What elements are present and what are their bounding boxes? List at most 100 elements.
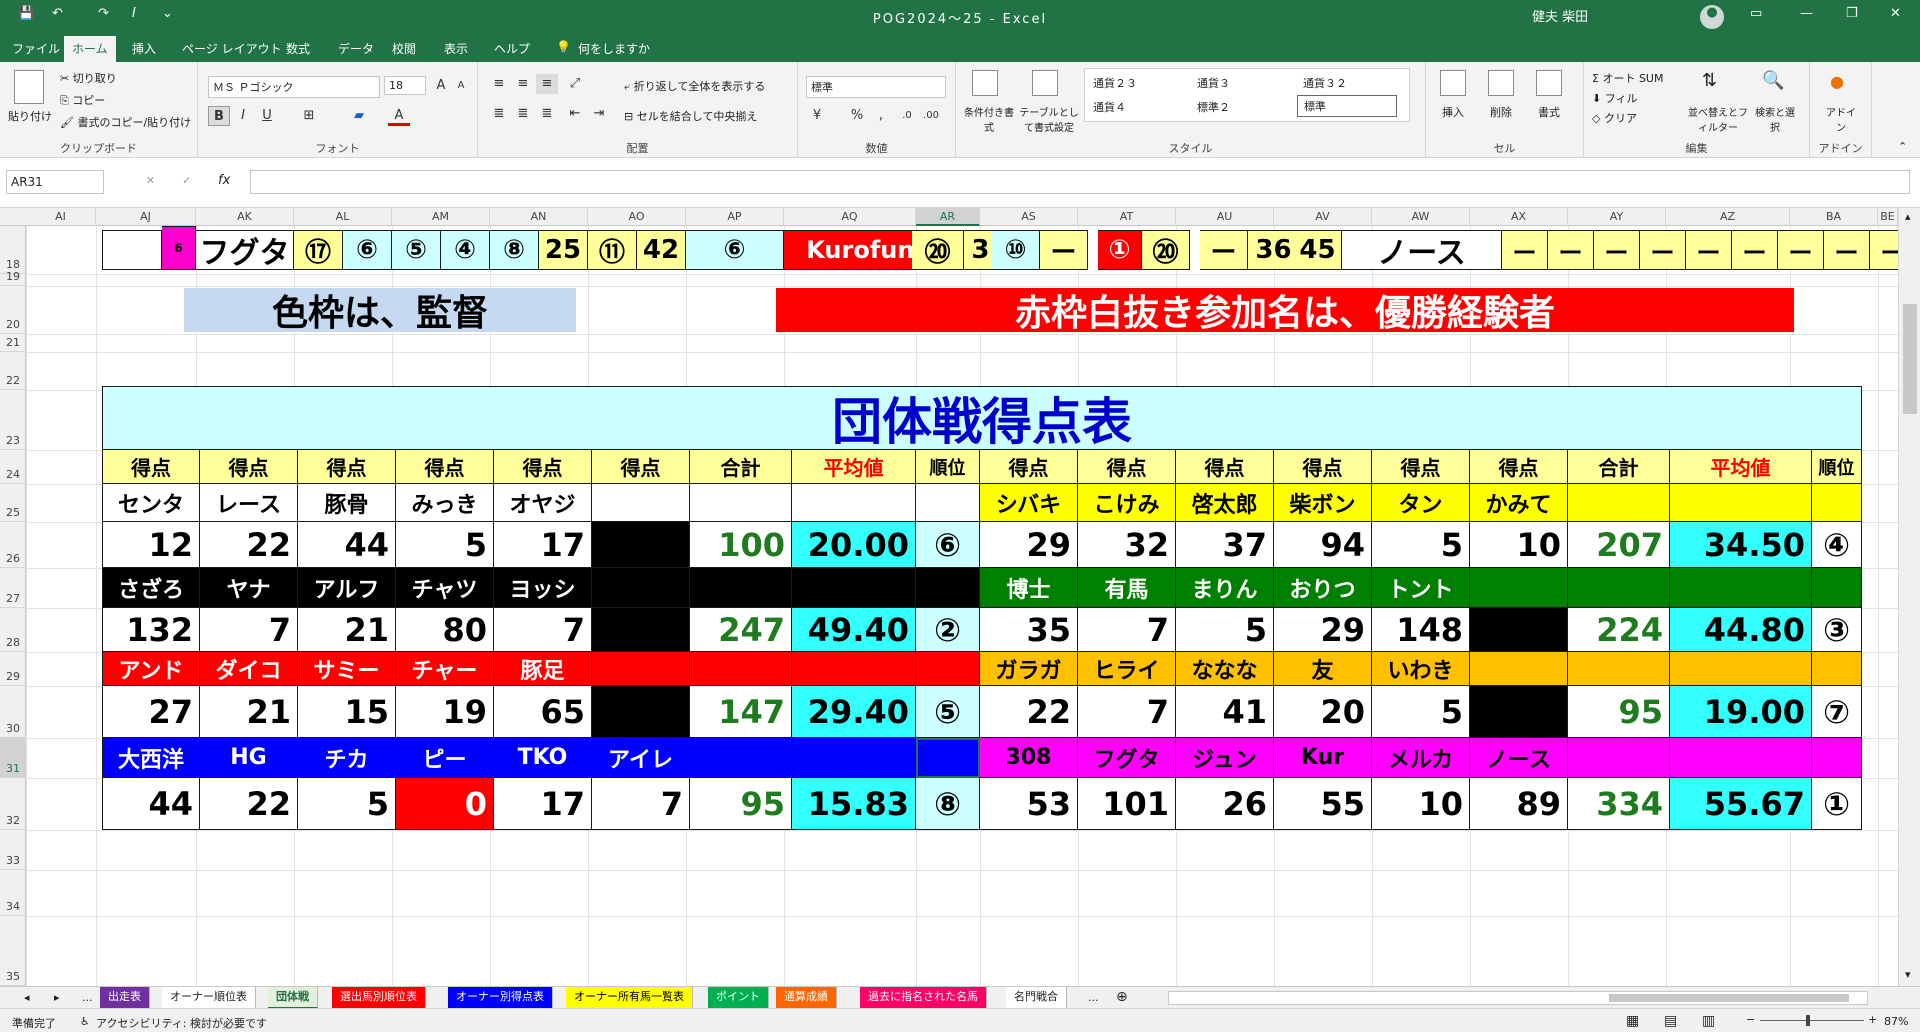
page-break-view-icon[interactable]: ▥ — [1702, 1013, 1715, 1029]
wrap-text-button[interactable]: ⤶ 折り返して全体を表示する — [624, 78, 765, 94]
decrease-indent-icon[interactable]: ⇤ — [564, 104, 586, 124]
sort-filter-icon[interactable]: ⇅ — [1702, 70, 1728, 96]
decrease-decimal-icon[interactable]: .00 — [920, 106, 942, 126]
align-center-icon[interactable]: ≣ — [512, 104, 534, 124]
normal-view-icon[interactable]: ▦ — [1626, 1013, 1639, 1029]
insert-cells-button[interactable]: 挿入 — [1442, 104, 1464, 120]
style-standard[interactable]: 標準 — [1297, 95, 1397, 117]
sheet-next-icon[interactable]: ▸ — [54, 991, 60, 1004]
insert-function-button[interactable]: fx — [218, 173, 230, 188]
close-icon[interactable]: ✕ — [1890, 6, 1901, 21]
column-header-aj[interactable]: AJ — [96, 208, 196, 226]
row-header-29[interactable]: 29 — [0, 652, 26, 686]
sheet-tab-points[interactable]: ポイント — [708, 987, 769, 1009]
sheet-tab-owner-scores[interactable]: オーナー別得点表 — [448, 987, 553, 1009]
align-right-icon[interactable]: ≣ — [536, 104, 558, 124]
scroll-down-icon[interactable]: ▾ — [1905, 968, 1911, 981]
tab-insert[interactable]: 挿入 — [132, 40, 156, 57]
tab-data[interactable]: データ — [338, 40, 374, 57]
italic-button[interactable]: I — [232, 106, 254, 126]
user-name[interactable]: 健夫 柴田 — [1532, 6, 1588, 25]
column-header-am[interactable]: AM — [392, 208, 490, 226]
cut-button[interactable]: ✂ 切り取り — [60, 70, 117, 86]
row-header-28[interactable]: 28 — [0, 608, 26, 652]
align-top-icon[interactable]: ≡ — [488, 74, 510, 94]
increase-indent-icon[interactable]: ⇥ — [588, 104, 610, 124]
number-format-select[interactable]: 標準 — [806, 76, 946, 98]
column-header-ai[interactable]: AI — [26, 208, 96, 226]
user-avatar-icon[interactable]: ● — [1700, 5, 1724, 29]
sheet-tab-career[interactable]: 通算成績 — [776, 987, 837, 1009]
column-header-aw[interactable]: AW — [1372, 208, 1470, 226]
scroll-up-icon[interactable]: ▴ — [1905, 210, 1911, 223]
style-currency-23[interactable]: 通貨２３ — [1093, 75, 1137, 91]
page-layout-view-icon[interactable]: ▤ — [1664, 1013, 1677, 1029]
style-currency-3[interactable]: 通貨３ — [1197, 75, 1230, 91]
column-header-an[interactable]: AN — [490, 208, 588, 226]
shrink-font-button[interactable]: A — [450, 76, 472, 96]
paste-icon[interactable] — [14, 70, 44, 104]
collapse-ribbon-icon[interactable]: ⌃ — [1898, 140, 1907, 153]
sheet-tab-owner-horses[interactable]: オーナー所有馬一覧表 — [566, 987, 693, 1009]
cancel-entry-icon[interactable]: ✕ — [146, 174, 155, 187]
vertical-scroll-thumb[interactable] — [1903, 304, 1917, 414]
sheet-tab-meimon[interactable]: 名門戦合 — [1006, 987, 1067, 1009]
autosum-button[interactable]: Σ オート SUM — [1592, 70, 1663, 86]
underline-button[interactable]: U — [256, 106, 278, 126]
increase-decimal-icon[interactable]: .0 — [896, 106, 918, 126]
column-header-al[interactable]: AL — [294, 208, 392, 226]
row-header-19[interactable]: 19 — [0, 270, 26, 286]
row-header-35[interactable]: 35 — [0, 916, 26, 986]
align-middle-icon[interactable]: ≡ — [512, 74, 534, 94]
column-header-as[interactable]: AS — [980, 208, 1078, 226]
sort-filter-button[interactable]: 並べ替えとフィルター — [1688, 104, 1748, 134]
row-header-33[interactable]: 33 — [0, 830, 26, 870]
find-select-button[interactable]: 検索と選択 — [1754, 104, 1796, 134]
selected-cell-ar31[interactable] — [916, 738, 980, 778]
add-sheet-icon[interactable]: ⊕ — [1116, 989, 1128, 1005]
column-header-ar[interactable]: AR — [916, 208, 980, 226]
sheet-tab-owner-ranking[interactable]: オーナー順位表 — [162, 987, 256, 1009]
row-header-22[interactable]: 22 — [0, 352, 26, 390]
row-header-34[interactable]: 34 — [0, 870, 26, 916]
row-header-18[interactable]: 18 — [0, 226, 26, 274]
zoom-in-button[interactable]: + — [1868, 1013, 1877, 1026]
comma-button[interactable]: , — [870, 106, 892, 126]
tab-review[interactable]: 校閲 — [392, 40, 416, 57]
formula-input[interactable] — [250, 170, 1910, 194]
sheet-tab-horse-ranking[interactable]: 選出馬別順位表 — [332, 987, 426, 1009]
copy-button[interactable]: ⎘ コピー — [60, 92, 105, 108]
font-color-button[interactable]: A — [388, 106, 410, 126]
zoom-out-button[interactable]: − — [1746, 1013, 1755, 1026]
delete-cells-icon[interactable] — [1488, 70, 1514, 96]
column-header-ak[interactable]: AK — [196, 208, 294, 226]
format-painter-button[interactable]: 🖌 書式のコピー/貼り付け — [60, 114, 191, 130]
horizontal-scroll-thumb[interactable] — [1609, 994, 1849, 1002]
column-header-ao[interactable]: AO — [588, 208, 686, 226]
row-header-23[interactable]: 23 — [0, 390, 26, 450]
column-header-be[interactable]: BE — [1878, 208, 1898, 226]
row-header-30[interactable]: 30 — [0, 686, 26, 738]
conditional-format-button[interactable]: 条件付き書式 — [960, 104, 1018, 134]
style-currency-32[interactable]: 通貨３２ — [1303, 75, 1347, 91]
column-header-ba[interactable]: BA — [1790, 208, 1878, 226]
font-size-select[interactable]: 18 — [384, 76, 426, 95]
confirm-entry-icon[interactable]: ✓ — [182, 174, 191, 187]
minimize-icon[interactable]: — — [1800, 6, 1813, 21]
tell-me-search[interactable]: 何をしますか — [578, 40, 650, 57]
row-header-20[interactable]: 20 — [0, 286, 26, 334]
sheet-grid[interactable]: 6 フグタ ⑰ ⑥ ⑤ ④ ⑧ 25 ⑪ 42 ⑥ Kurofune ⑳ 31 ⑩ ー ① ⑳ ー 36 45 ノースーー… — [26, 226, 1898, 986]
tab-file[interactable]: ファイル — [12, 40, 60, 57]
align-left-icon[interactable]: ≣ — [488, 104, 510, 124]
tab-home[interactable]: ホーム — [64, 36, 116, 62]
column-header-aq[interactable]: AQ — [784, 208, 916, 226]
paste-button[interactable]: 貼り付け — [8, 108, 52, 124]
percent-button[interactable]: % — [846, 106, 868, 126]
tab-view[interactable]: 表示 — [444, 40, 468, 57]
clear-button[interactable]: ◇ クリア — [1592, 110, 1637, 126]
horizontal-scrollbar[interactable] — [1168, 991, 1868, 1005]
column-header-az[interactable]: AZ — [1666, 208, 1790, 226]
sheet-tab-famous-horses[interactable]: 過去に指名された名馬 — [860, 987, 987, 1009]
border-icon[interactable]: ⊞ — [298, 106, 320, 126]
sheet-prev-icon[interactable]: ◂ — [24, 991, 30, 1004]
